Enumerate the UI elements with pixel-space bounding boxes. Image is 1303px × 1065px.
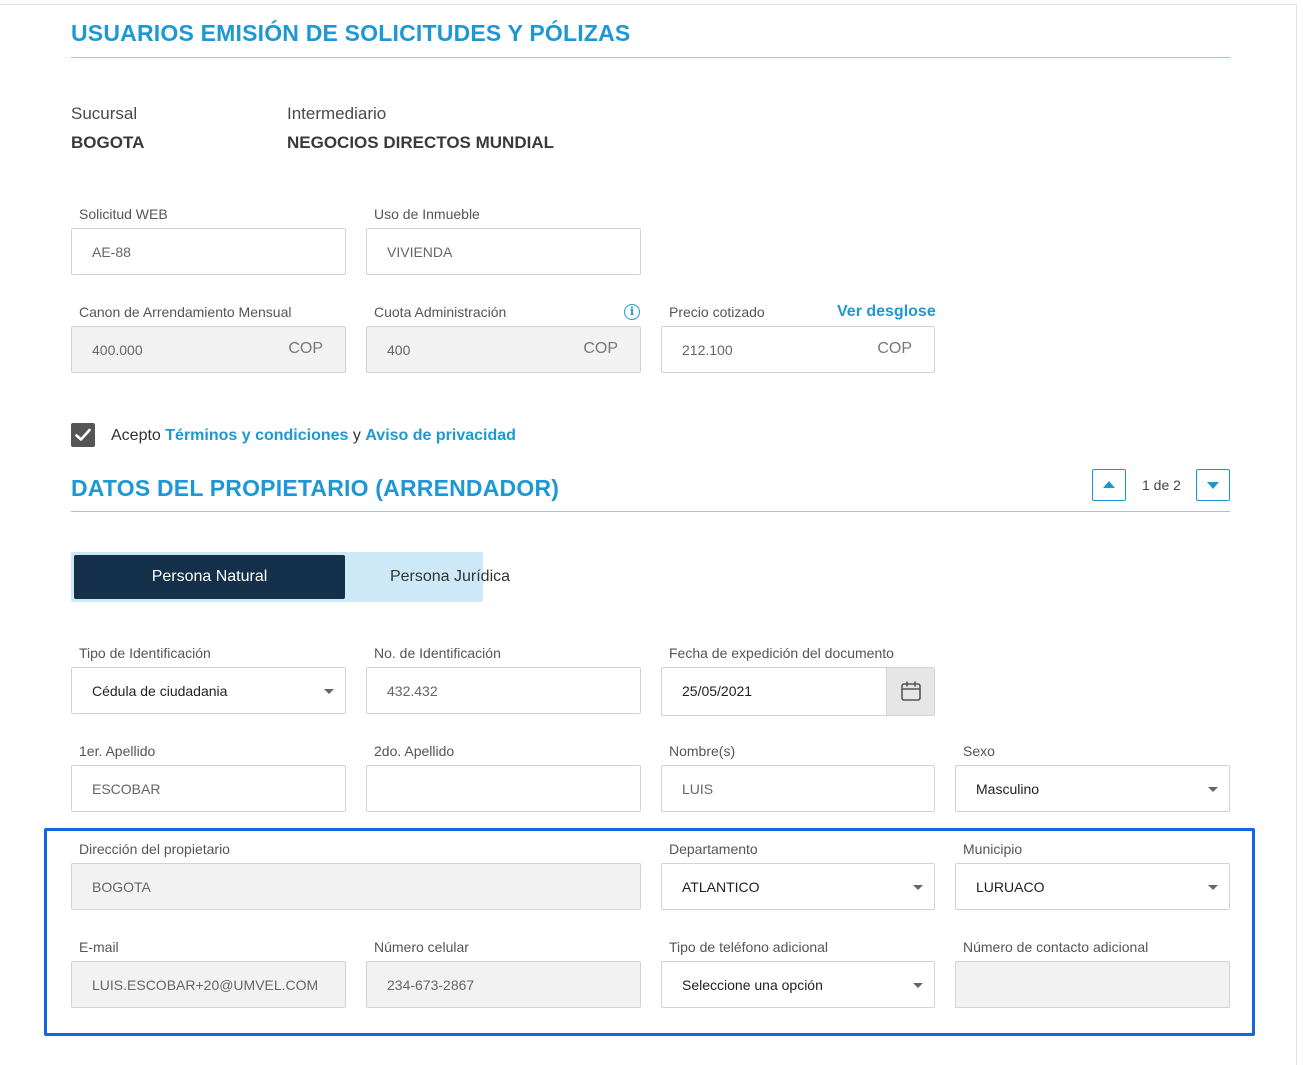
tipo-id-select[interactable]: Cédula de ciudadania — [71, 667, 346, 714]
page-frame: USUARIOS EMISIÓN DE SOLICITUDES Y PÓLIZA… — [0, 0, 1303, 1065]
fecha-exp-label: Fecha de expedición del documento — [669, 645, 894, 661]
canon-input[interactable]: 400.000 COP — [71, 326, 346, 373]
contacto-adicional-label: Número de contacto adicional — [963, 939, 1149, 955]
cuota-admin-label: Cuota Administración — [374, 304, 507, 320]
pager-up-button[interactable] — [1092, 469, 1126, 501]
caret-down-icon — [324, 689, 334, 694]
chevron-down-icon — [1207, 482, 1219, 489]
municipio-value: LURUACO — [976, 879, 1045, 895]
tipo-id-label: Tipo de Identificación — [79, 645, 211, 661]
apellido1-label: 1er. Apellido — [79, 743, 156, 759]
checkmark-icon — [75, 428, 91, 441]
tipo-tel-select[interactable]: Seleccione una opción — [661, 961, 935, 1008]
terms-checkbox[interactable] — [71, 423, 95, 447]
departamento-select[interactable]: ATLANTICO — [661, 863, 935, 910]
email-value: LUIS.ESCOBAR+20@UMVEL.COM — [92, 977, 319, 993]
persona-juridica-option[interactable]: Persona Jurídica — [345, 555, 555, 599]
tipo-tel-label: Tipo de teléfono adicional — [669, 939, 829, 955]
privacy-link[interactable]: Aviso de privacidad — [365, 427, 516, 444]
canon-value: 400.000 — [92, 342, 143, 358]
no-id-input[interactable]: 432.432 — [366, 667, 641, 714]
apellido1-input[interactable]: ESCOBAR — [71, 765, 346, 812]
intermediario-value: NEGOCIOS DIRECTOS MUNDIAL — [287, 133, 554, 152]
sexo-value: Masculino — [976, 781, 1040, 797]
uso-inmueble-value: VIVIENDA — [387, 244, 453, 260]
precio-value: 212.100 — [682, 342, 733, 358]
fecha-exp-value: 25/05/2021 — [682, 683, 753, 699]
sexo-label: Sexo — [963, 743, 995, 759]
celular-input[interactable]: 234-673-2867 — [366, 961, 641, 1008]
info-icon[interactable]: i — [624, 304, 640, 320]
terms-text: Acepto Términos y condiciones y Aviso de… — [111, 427, 516, 445]
fecha-exp-input[interactable]: 25/05/2021 — [661, 667, 935, 716]
caret-down-icon — [1208, 787, 1218, 792]
canon-currency: COP — [288, 340, 323, 357]
sucursal-label: Sucursal — [71, 104, 138, 123]
frame-top-border — [0, 4, 1296, 5]
persona-natural-option[interactable]: Persona Natural — [74, 555, 345, 599]
canon-label: Canon de Arrendamiento Mensual — [79, 304, 292, 320]
direccion-value: BOGOTA — [92, 879, 151, 895]
uso-inmueble-label: Uso de Inmueble — [374, 206, 480, 222]
section-title-owner: DATOS DEL PROPIETARIO (ARRENDADOR) — [71, 475, 560, 501]
no-id-label: No. de Identificación — [374, 645, 501, 661]
cuota-admin-value: 400 — [387, 342, 411, 358]
contacto-adicional-input[interactable] — [955, 961, 1230, 1008]
direccion-input[interactable]: BOGOTA — [71, 863, 641, 910]
tipo-id-value: Cédula de ciudadania — [92, 683, 228, 699]
direccion-label: Dirección del propietario — [79, 841, 230, 857]
caret-down-icon — [913, 885, 923, 890]
cuota-admin-input[interactable]: 400 COP — [366, 326, 641, 373]
terms-link[interactable]: Términos y condiciones — [165, 427, 348, 444]
ver-desglose-link[interactable]: Ver desglose — [837, 303, 936, 321]
precio-currency: COP — [877, 340, 912, 357]
solicitud-web-label: Solicitud WEB — [79, 206, 168, 222]
email-label: E-mail — [79, 939, 119, 955]
sucursal-value: BOGOTA — [71, 133, 145, 152]
calendar-icon — [901, 681, 921, 701]
frame-right-border — [1296, 4, 1297, 1065]
nombres-label: Nombre(s) — [669, 743, 736, 759]
email-input[interactable]: LUIS.ESCOBAR+20@UMVEL.COM — [71, 961, 346, 1008]
terms-prefix: Acepto — [111, 427, 161, 444]
tipo-tel-value: Seleccione una opción — [682, 977, 823, 993]
apellido1-value: ESCOBAR — [92, 781, 161, 797]
section-divider — [71, 511, 1230, 512]
uso-inmueble-input[interactable]: VIVIENDA — [366, 228, 641, 275]
calendar-button[interactable] — [886, 668, 934, 715]
cuota-admin-currency: COP — [583, 340, 618, 357]
no-id-value: 432.432 — [387, 683, 438, 699]
celular-value: 234-673-2867 — [387, 977, 475, 993]
caret-down-icon — [1208, 885, 1218, 890]
departamento-label: Departamento — [669, 841, 758, 857]
sexo-select[interactable]: Masculino — [955, 765, 1230, 812]
nombres-input[interactable]: LUIS — [661, 765, 935, 812]
solicitud-web-input[interactable]: AE-88 — [71, 228, 346, 275]
person-type-toggle: Persona Natural Persona Jurídica — [71, 552, 510, 602]
apellido2-input[interactable] — [366, 765, 641, 812]
terms-joiner: y — [352, 427, 361, 444]
section-title-users: USUARIOS EMISIÓN DE SOLICITUDES Y PÓLIZA… — [71, 20, 631, 46]
nombres-value: LUIS — [682, 781, 714, 797]
municipio-select[interactable]: LURUACO — [955, 863, 1230, 910]
section-divider — [71, 57, 1230, 58]
precio-label: Precio cotizado — [669, 304, 765, 320]
chevron-up-icon — [1103, 481, 1115, 488]
apellido2-label: 2do. Apellido — [374, 743, 455, 759]
solicitud-web-value: AE-88 — [92, 244, 131, 260]
caret-down-icon — [913, 983, 923, 988]
pager-status: 1 de 2 — [1142, 477, 1181, 493]
municipio-label: Municipio — [963, 841, 1023, 857]
departamento-value: ATLANTICO — [682, 879, 760, 895]
intermediario-label: Intermediario — [287, 104, 387, 123]
pager-down-button[interactable] — [1196, 469, 1230, 501]
celular-label: Número celular — [374, 939, 469, 955]
precio-input[interactable]: 212.100 COP — [661, 326, 935, 373]
